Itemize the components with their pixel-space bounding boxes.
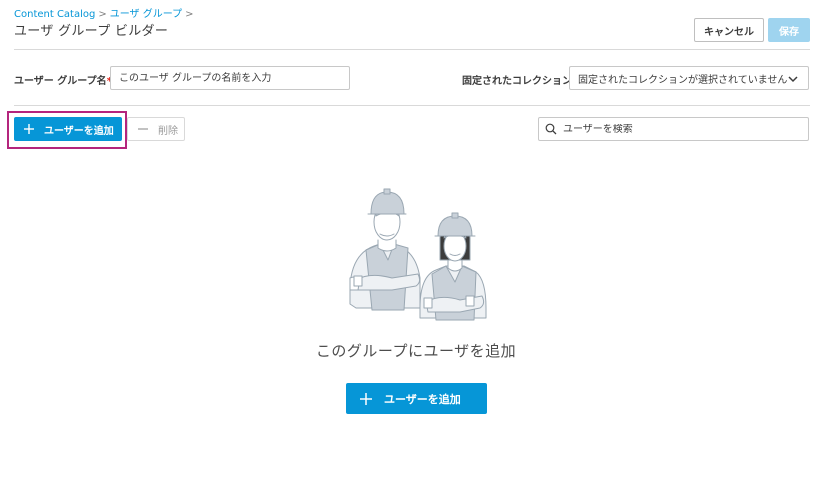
add-user-button-label: ユーザーを追加 <box>44 125 114 137</box>
chevron-down-icon <box>788 76 798 83</box>
search-icon <box>545 123 557 135</box>
delete-button-label: 削除 <box>158 125 178 137</box>
group-name-label-text: ユーザー グループ名 <box>14 76 107 87</box>
collection-select[interactable]: 固定されたコレクションが選択されていません <box>569 66 809 90</box>
empty-state-add-user-label: ユーザーを追加 <box>384 392 461 406</box>
minus-icon <box>138 128 148 130</box>
breadcrumb-separator: > <box>185 9 194 20</box>
breadcrumb: Content Catalog > ユーザ グループ > <box>14 5 197 20</box>
workers-illustration <box>349 188 487 321</box>
page-title: ユーザ グループ ビルダー <box>14 24 169 39</box>
breadcrumb-user-groups[interactable]: ユーザ グループ <box>110 9 182 20</box>
divider <box>14 105 810 106</box>
search-input[interactable] <box>563 123 793 135</box>
collection-label: 固定されたコレクション <box>462 76 572 87</box>
plus-icon <box>24 124 34 134</box>
save-button[interactable]: 保存 <box>768 18 810 42</box>
collection-select-value: 固定されたコレクションが選択されていません <box>578 74 788 86</box>
add-user-button[interactable]: ユーザーを追加 <box>14 117 122 141</box>
delete-button[interactable]: 削除 <box>127 117 185 141</box>
empty-state-add-user-button[interactable]: ユーザーを追加 <box>346 383 487 414</box>
breadcrumb-content-catalog[interactable]: Content Catalog <box>14 9 95 20</box>
plus-icon <box>360 392 372 405</box>
empty-state-message: このグループにユーザを追加 <box>315 342 517 360</box>
breadcrumb-separator: > <box>98 9 107 20</box>
group-name-input[interactable] <box>110 66 350 90</box>
search-box[interactable] <box>538 117 809 141</box>
cancel-button[interactable]: キャンセル <box>694 18 764 42</box>
divider <box>14 49 810 50</box>
group-name-label: ユーザー グループ名* <box>14 72 112 87</box>
